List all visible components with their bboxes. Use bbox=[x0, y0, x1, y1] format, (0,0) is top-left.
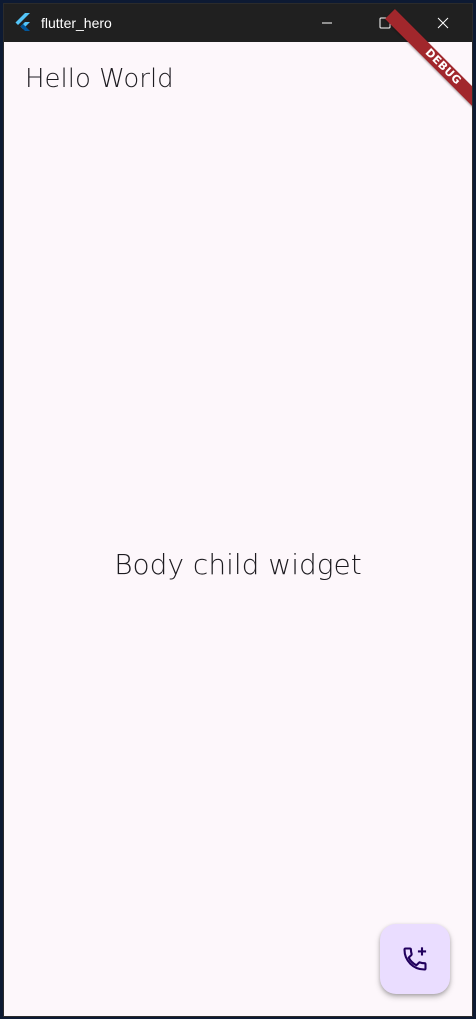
app-content: Hello World Body child widget DEBUG bbox=[4, 9, 472, 1016]
add-call-fab[interactable] bbox=[380, 924, 450, 994]
close-icon bbox=[437, 17, 449, 29]
add-call-icon bbox=[403, 947, 427, 971]
flutter-logo-icon bbox=[14, 13, 34, 33]
minimize-button[interactable] bbox=[298, 4, 356, 42]
window-title: flutter_hero bbox=[41, 15, 112, 31]
app-window: flutter_hero Hello World Body child widg… bbox=[4, 4, 472, 1016]
app-bar-title: Hello World bbox=[25, 64, 174, 94]
window-controls bbox=[298, 4, 472, 42]
body-text: Body child widget bbox=[114, 548, 362, 581]
minimize-icon bbox=[322, 22, 332, 24]
